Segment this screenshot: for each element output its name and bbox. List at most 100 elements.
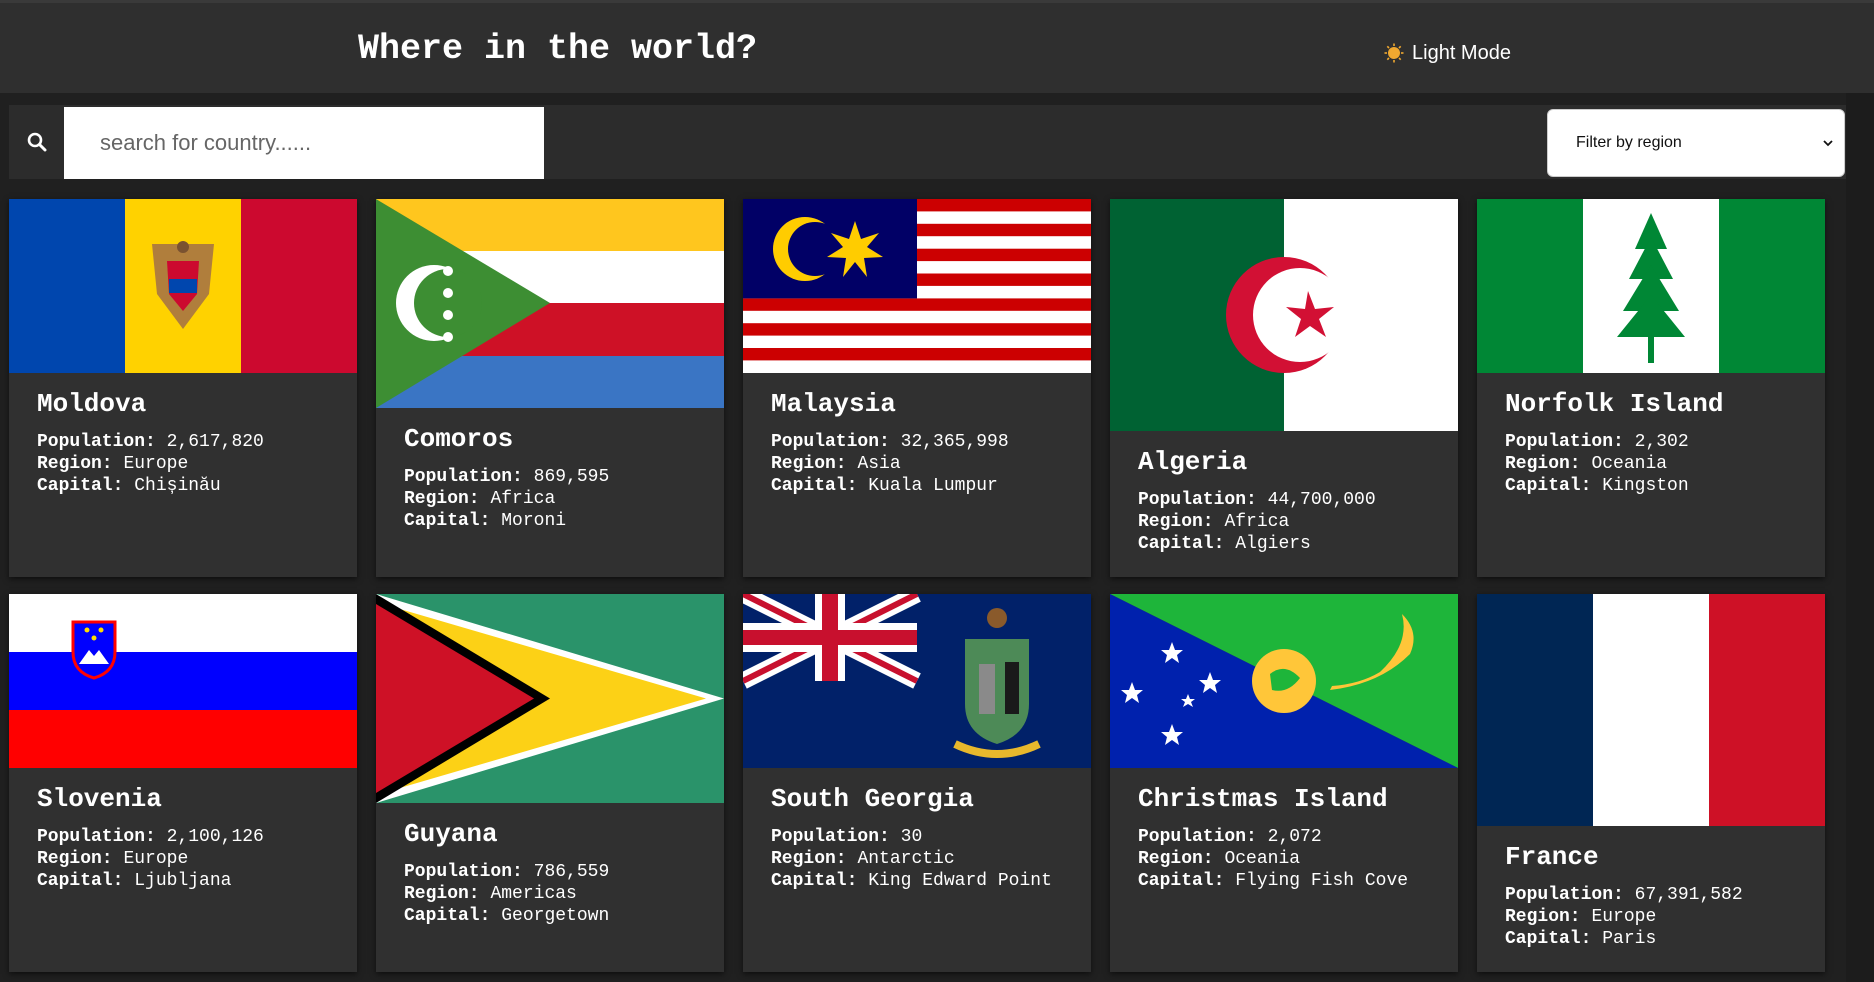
capital-value: Georgetown xyxy=(501,906,610,926)
region-label: Region: xyxy=(771,454,847,474)
country-name: Algeria xyxy=(1138,447,1248,477)
capital-line: Capital: Kuala Lumpur xyxy=(771,475,1063,497)
capital-label: Capital: xyxy=(1505,476,1592,496)
page-scrollbar[interactable] xyxy=(1846,93,1874,982)
population-label: Population: xyxy=(1505,432,1624,452)
region-label: Region: xyxy=(404,884,480,904)
country-name: Christmas Island xyxy=(1138,784,1388,814)
region-value: Asia xyxy=(857,454,901,474)
population-line: Population: 869,595 xyxy=(404,466,696,488)
country-card[interactable]: Slovenia Population: 2,100,126 Region: E… xyxy=(9,594,357,972)
population-value: 2,617,820 xyxy=(166,432,264,452)
country-card[interactable]: Moldova Population: 2,617,820 Region: Eu… xyxy=(9,199,357,577)
capital-line: Capital: Flying Fish Cove xyxy=(1138,870,1430,892)
region-line: Region: Europe xyxy=(37,848,329,870)
population-line: Population: 32,365,998 xyxy=(771,431,1063,453)
country-card[interactable]: Christmas Island Population: 2,072 Regio… xyxy=(1110,594,1458,972)
region-value: Europe xyxy=(123,454,189,474)
country-card[interactable]: France Population: 67,391,582 Region: Eu… xyxy=(1477,594,1825,972)
capital-value: Ljubljana xyxy=(134,871,232,891)
country-name: Slovenia xyxy=(37,784,162,814)
region-value: Africa xyxy=(490,489,556,509)
guyana-flag xyxy=(376,594,724,803)
region-value: Antarctic xyxy=(857,849,955,869)
population-line: Population: 2,302 xyxy=(1505,431,1797,453)
france-flag xyxy=(1477,594,1825,826)
region-line: Region: Oceania xyxy=(1138,848,1430,870)
region-value: Oceania xyxy=(1224,849,1301,869)
region-value: Africa xyxy=(1224,512,1290,532)
capital-value: Chișinău xyxy=(134,476,221,496)
country-name: Guyana xyxy=(404,819,498,849)
population-value: 786,559 xyxy=(533,862,610,882)
country-card[interactable]: South Georgia Population: 30 Region: Ant… xyxy=(743,594,1091,972)
capital-value: Paris xyxy=(1602,929,1657,949)
capital-label: Capital: xyxy=(404,511,491,531)
population-label: Population: xyxy=(404,467,523,487)
capital-value: Kuala Lumpur xyxy=(868,476,998,496)
capital-value: Flying Fish Cove xyxy=(1235,871,1409,891)
population-value: 2,072 xyxy=(1267,827,1322,847)
population-line: Population: 67,391,582 xyxy=(1505,884,1797,906)
capital-label: Capital: xyxy=(1138,871,1225,891)
region-line: Region: Americas xyxy=(404,883,696,905)
population-label: Population: xyxy=(1138,490,1257,510)
population-value: 44,700,000 xyxy=(1267,490,1376,510)
capital-value: Moroni xyxy=(501,511,567,531)
slovenia-flag xyxy=(9,594,357,768)
capital-line: Capital: King Edward Point xyxy=(771,870,1063,892)
country-name: France xyxy=(1505,842,1599,872)
country-card[interactable]: Algeria Population: 44,700,000 Region: A… xyxy=(1110,199,1458,577)
region-label: Region: xyxy=(37,454,113,474)
capital-label: Capital: xyxy=(1505,929,1592,949)
capital-line: Capital: Algiers xyxy=(1138,533,1430,555)
population-value: 2,100,126 xyxy=(166,827,264,847)
region-line: Region: Africa xyxy=(404,488,696,510)
region-label: Region: xyxy=(1138,512,1214,532)
moldova-flag xyxy=(9,199,357,373)
population-value: 30 xyxy=(900,827,923,847)
region-value: Oceania xyxy=(1591,454,1668,474)
capital-label: Capital: xyxy=(771,476,858,496)
capital-value: Algiers xyxy=(1235,534,1311,554)
capital-label: Capital: xyxy=(771,871,858,891)
population-label: Population: xyxy=(1505,885,1624,905)
country-name: Norfolk Island xyxy=(1505,389,1724,419)
region-value: Americas xyxy=(490,884,577,904)
capital-value: Kingston xyxy=(1602,476,1689,496)
country-card[interactable]: Comoros Population: 869,595 Region: Afri… xyxy=(376,199,724,577)
population-line: Population: 44,700,000 xyxy=(1138,489,1430,511)
population-line: Population: 2,100,126 xyxy=(37,826,329,848)
region-label: Region: xyxy=(1505,454,1581,474)
region-line: Region: Antarctic xyxy=(771,848,1063,870)
population-label: Population: xyxy=(771,827,890,847)
region-line: Region: Oceania xyxy=(1505,453,1797,475)
country-card[interactable]: Norfolk Island Population: 2,302 Region:… xyxy=(1477,199,1825,577)
capital-value: King Edward Point xyxy=(868,871,1052,891)
capital-line: Capital: Ljubljana xyxy=(37,870,329,892)
capital-label: Capital: xyxy=(404,906,491,926)
population-line: Population: 786,559 xyxy=(404,861,696,883)
population-value: 2,302 xyxy=(1634,432,1689,452)
population-label: Population: xyxy=(37,827,156,847)
population-line: Population: 30 xyxy=(771,826,1063,848)
region-line: Region: Africa xyxy=(1138,511,1430,533)
country-name: Moldova xyxy=(37,389,147,419)
capital-line: Capital: Moroni xyxy=(404,510,696,532)
country-grid: Moldova Population: 2,617,820 Region: Eu… xyxy=(0,0,1874,982)
capital-label: Capital: xyxy=(37,476,124,496)
country-card[interactable]: Malaysia Population: 32,365,998 Region: … xyxy=(743,199,1091,577)
south-georgia-flag xyxy=(743,594,1091,768)
region-label: Region: xyxy=(771,849,847,869)
country-card[interactable]: Guyana Population: 786,559 Region: Ameri… xyxy=(376,594,724,972)
capital-label: Capital: xyxy=(1138,534,1225,554)
algeria-flag xyxy=(1110,199,1458,431)
population-label: Population: xyxy=(404,862,523,882)
comoros-flag xyxy=(376,199,724,408)
population-value: 869,595 xyxy=(533,467,610,487)
population-value: 67,391,582 xyxy=(1634,885,1743,905)
region-label: Region: xyxy=(1505,907,1581,927)
population-label: Population: xyxy=(37,432,156,452)
region-label: Region: xyxy=(404,489,480,509)
capital-line: Capital: Kingston xyxy=(1505,475,1797,497)
